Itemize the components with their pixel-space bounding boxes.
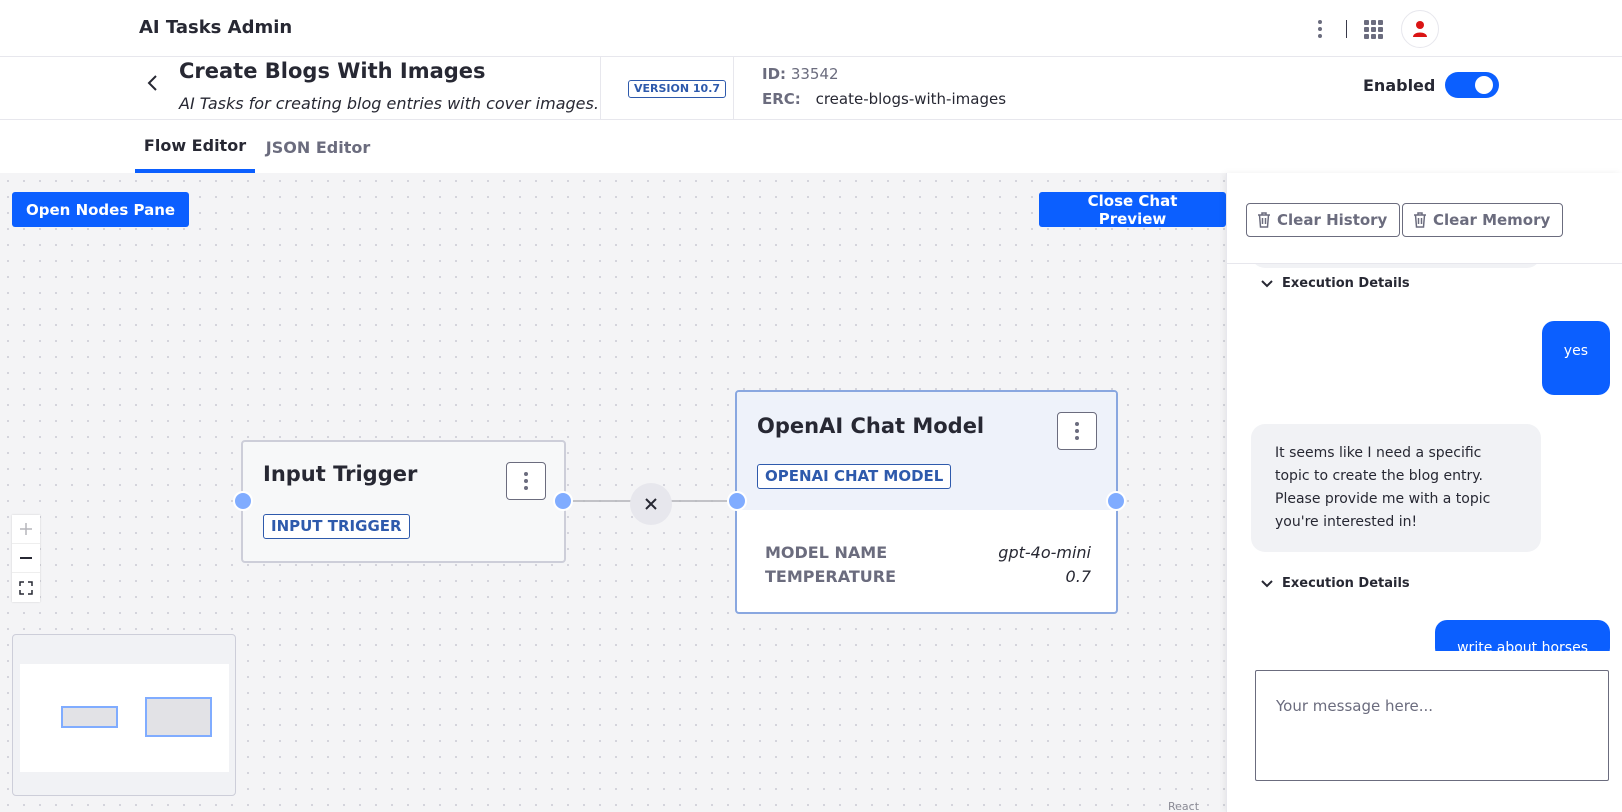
openai-source-handle[interactable] — [1106, 491, 1126, 511]
top-actions — [1308, 9, 1439, 49]
open-nodes-pane-button[interactable]: Open Nodes Pane — [12, 192, 190, 227]
clear-memory-label: Clear Memory — [1433, 211, 1551, 229]
header-divider — [733, 57, 734, 119]
execution-details-label: Execution Details — [1282, 576, 1410, 591]
clear-memory-button[interactable]: Clear Memory — [1402, 203, 1564, 237]
input-trigger-node[interactable]: Input Trigger INPUT TRIGGER — [241, 440, 566, 563]
chat-toolbar: Clear History Clear Memory — [1227, 173, 1622, 264]
enabled-toggle-group: Enabled — [1363, 72, 1500, 98]
node-header — [737, 392, 1116, 510]
more-options-icon[interactable] — [1308, 11, 1332, 47]
chevron-down-icon — [1261, 579, 1273, 587]
chat-message-input[interactable] — [1255, 670, 1609, 781]
message-text: It seems like I need a specific topic to… — [1275, 445, 1491, 530]
minimap-node — [145, 697, 212, 737]
toggle-knob — [1475, 76, 1494, 94]
assistant-message: It seems like I need a specific topic to… — [1251, 424, 1541, 552]
zoom-in-button[interactable] — [12, 515, 40, 544]
enabled-toggle[interactable] — [1445, 72, 1500, 98]
zoom-out-button[interactable] — [12, 544, 40, 573]
chat-preview-panel: Clear History Clear Memory Execution Det… — [1226, 173, 1622, 812]
top-bar: AI Tasks Admin — [0, 0, 1622, 57]
property-value: 0.7 — [1065, 566, 1091, 586]
execution-details-toggle[interactable]: Execution Details — [1261, 576, 1410, 591]
property-key: TEMPERATURE — [765, 566, 897, 586]
node-title: Input Trigger — [263, 462, 418, 486]
input-trigger-source-handle[interactable] — [553, 491, 573, 511]
flow-canvas[interactable]: Open Nodes Pane Close Chat Preview Input… — [0, 173, 1226, 812]
header-divider — [600, 57, 601, 119]
enabled-label: Enabled — [1363, 75, 1436, 95]
trash-icon — [1414, 212, 1426, 228]
minimap[interactable] — [12, 634, 236, 796]
user-message: yes — [1541, 321, 1610, 395]
property-key: MODEL NAME — [765, 542, 888, 562]
divider — [1346, 20, 1347, 38]
input-trigger-target-handle[interactable] — [233, 491, 253, 511]
openai-target-handle[interactable] — [727, 491, 747, 511]
chevron-left-icon — [147, 75, 157, 91]
clear-history-button[interactable]: Clear History — [1246, 203, 1401, 237]
property-value: gpt-4o-mini — [998, 542, 1091, 562]
page-title: Create Blogs With Images — [179, 59, 486, 83]
react-flow-attribution[interactable]: React Flow — [1168, 800, 1226, 812]
close-chat-preview-button[interactable]: Close Chat Preview — [1039, 192, 1226, 228]
node-title: OpenAI Chat Model — [757, 414, 985, 438]
chat-input-area — [1227, 651, 1622, 812]
execution-details-toggle[interactable]: Execution Details — [1261, 276, 1410, 291]
version-badge: VERSION 10.7 — [628, 80, 727, 98]
fit-view-button[interactable] — [12, 573, 40, 602]
openai-chat-model-node[interactable]: OpenAI Chat Model OPENAI CHAT MODEL MODE… — [735, 390, 1118, 614]
node-type-tag: INPUT TRIGGER — [263, 514, 410, 539]
property-row: TEMPERATURE 0.7 — [765, 564, 1091, 588]
tab-json-editor[interactable]: JSON Editor — [262, 121, 374, 173]
id-label: ID: — [762, 65, 787, 83]
execution-details-label: Execution Details — [1282, 276, 1410, 291]
edge-delete-button[interactable] — [630, 483, 672, 525]
zoom-controls — [12, 515, 40, 602]
erc-label: ERC: — [762, 90, 801, 108]
editor-tabs: Flow Editor JSON Editor — [0, 121, 1622, 173]
id-value: 33542 — [790, 65, 839, 83]
back-button[interactable] — [140, 65, 164, 101]
plus-icon — [20, 523, 32, 535]
node-type-tag: OPENAI CHAT MODEL — [757, 464, 952, 489]
message-text: yes — [1563, 343, 1588, 359]
tab-flow-editor[interactable]: Flow Editor — [135, 121, 255, 173]
erc-value: create-blogs-with-images — [815, 90, 1007, 108]
chevron-down-icon — [1261, 279, 1273, 287]
node-properties: MODEL NAME gpt-4o-mini TEMPERATURE 0.7 — [765, 540, 1091, 588]
close-icon — [645, 498, 657, 510]
node-menu-button[interactable] — [506, 462, 546, 500]
trash-icon — [1258, 212, 1270, 228]
fit-view-icon — [19, 580, 33, 595]
task-erc: ERC: create-blogs-with-images — [762, 90, 1006, 108]
minimap-viewport — [20, 664, 229, 772]
app-title: AI Tasks Admin — [139, 17, 293, 38]
apps-grid-icon[interactable] — [1363, 19, 1383, 39]
user-avatar[interactable] — [1401, 10, 1439, 48]
task-id: ID: 33542 — [762, 65, 839, 83]
minus-icon — [20, 557, 32, 559]
user-icon — [1413, 21, 1427, 37]
page-header: Create Blogs With Images AI Tasks for cr… — [0, 57, 1622, 120]
clear-history-label: Clear History — [1277, 211, 1388, 229]
page-subtitle: AI Tasks for creating blog entries with … — [179, 94, 599, 113]
minimap-node — [61, 706, 118, 728]
property-row: MODEL NAME gpt-4o-mini — [765, 540, 1091, 564]
node-menu-button[interactable] — [1057, 412, 1097, 450]
